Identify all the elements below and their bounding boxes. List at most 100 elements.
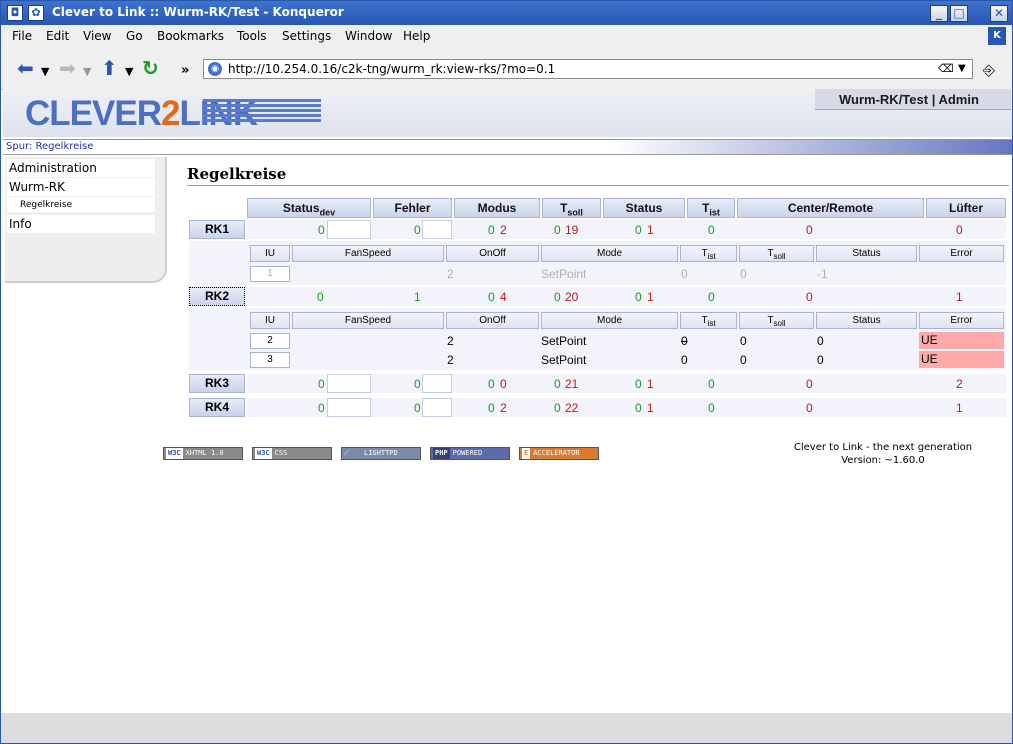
menu-tools[interactable]: Tools xyxy=(237,29,267,43)
rk3-center-remote: 0 xyxy=(806,377,813,391)
maximize-icon[interactable]: □ xyxy=(950,5,968,22)
window-title: Clever to Link :: Wurm-RK/Test - Konquer… xyxy=(52,5,344,19)
footer-tagline: Clever to Link - the next generation xyxy=(793,442,973,453)
rk2-luefter: 1 xyxy=(956,290,963,304)
rk1-sub-header-onoff: OnOff xyxy=(446,245,539,262)
menu-file[interactable]: File xyxy=(12,29,32,43)
rk1-sub-header-tsoll: Tsoll xyxy=(739,245,814,262)
back-icon[interactable]: ⬅ xyxy=(17,58,34,78)
rk2-unit-tist-2: 0 xyxy=(681,334,688,348)
rk1-fehler: 0 xyxy=(414,223,421,237)
go-icon[interactable]: ⎆ xyxy=(983,60,995,80)
rk4-tsoll-a: 0 xyxy=(554,401,561,415)
rk4-modus-b: 2 xyxy=(500,401,507,415)
rk2-button[interactable]: RK2 xyxy=(189,287,245,306)
forward-dropdown-icon[interactable]: ▼ xyxy=(83,62,91,82)
sidebar-item-info[interactable]: Info xyxy=(7,215,155,233)
php-powered-badge[interactable]: PHP POWERED xyxy=(430,447,510,460)
rk2-unit-status-2: 0 xyxy=(817,334,824,348)
rk3-tsoll-b: 21 xyxy=(565,377,579,391)
header-center-remote: Center/Remote xyxy=(737,198,924,218)
url-input[interactable] xyxy=(228,61,928,77)
rk1-sub-header-fanspeed: FanSpeed xyxy=(292,245,444,262)
rk1-unit-iu[interactable]: 1 xyxy=(250,266,290,282)
sidebar: Administration Wurm-RK Regelkreise Info xyxy=(5,157,167,283)
rk4-center-remote: 0 xyxy=(806,401,813,415)
rk2-sub-header-error: Error xyxy=(919,312,1004,329)
rk2-unit-iu-2[interactable]: 2 xyxy=(250,333,290,349)
sidebar-item-administration[interactable]: Administration xyxy=(7,159,155,177)
url-bar[interactable]: ◉ ⌫ ▼ xyxy=(203,59,973,79)
rk2-unit-fanspeed-2: 2 xyxy=(447,334,454,348)
rk4-status-dev: 0 xyxy=(318,401,325,415)
close-icon[interactable]: ✕ xyxy=(990,5,1008,22)
rk2-sub-header-iu: IU xyxy=(250,312,290,329)
rk1-modus-a: 0 xyxy=(488,223,495,237)
header-status: Status xyxy=(603,198,685,218)
rk4-tist: 0 xyxy=(708,401,715,415)
menu-help[interactable]: Help xyxy=(403,29,430,43)
rk2-unit-iu-3[interactable]: 3 xyxy=(250,352,290,368)
window-menu-icon[interactable]: ◘ xyxy=(7,5,23,21)
sidebar-item-regelkreise[interactable]: Regelkreise xyxy=(7,197,155,212)
up-dropdown-icon[interactable]: ▼ xyxy=(125,62,133,82)
menu-go[interactable]: Go xyxy=(126,29,143,43)
rk3-tist: 0 xyxy=(708,377,715,391)
rk4-fehler: 0 xyxy=(414,401,421,415)
rk2-sub-header-mode: Mode xyxy=(541,312,678,329)
sidebar-item-wurm-rk[interactable]: Wurm-RK xyxy=(7,178,155,196)
rk4-button[interactable]: RK4 xyxy=(189,398,245,417)
forward-icon[interactable]: ➡ xyxy=(59,58,76,78)
rk1-button[interactable]: RK1 xyxy=(189,220,245,239)
rk2-unit-mode-2: SetPoint xyxy=(541,334,587,348)
rk3-modus-b: 0 xyxy=(500,377,507,391)
menu-window[interactable]: Window xyxy=(345,29,392,43)
table-row-rk2 xyxy=(247,287,1006,306)
w3c-css-badge[interactable]: W3C CSS xyxy=(252,447,332,460)
feather-icon: ⟋ xyxy=(344,449,349,457)
rk4-modus-a: 0 xyxy=(488,401,495,415)
rk2-unit-error-3: UE xyxy=(919,351,1004,368)
header-tsoll: Tsoll xyxy=(542,198,601,218)
reload-icon[interactable]: ↻ xyxy=(142,58,159,78)
rk1-modus-b: 2 xyxy=(500,223,507,237)
rk2-sub-header-onoff: OnOff xyxy=(446,312,539,329)
rk2-unit-mode-3: SetPoint xyxy=(541,353,587,367)
menu-view[interactable]: View xyxy=(83,29,111,43)
clear-url-icon[interactable]: ⌫ xyxy=(938,62,954,75)
rk3-fehler-cell xyxy=(422,374,452,393)
rk2-tsoll-b: 20 xyxy=(565,290,579,304)
header-luefter: Lüfter xyxy=(926,198,1006,218)
rk2-status-b: 1 xyxy=(647,290,654,304)
rk2-unit-status-3: 0 xyxy=(817,353,824,367)
header-tist: Tist xyxy=(687,198,735,218)
minimize-icon[interactable]: _ xyxy=(930,5,948,22)
rk3-button[interactable]: RK3 xyxy=(189,374,245,393)
w3c-xhtml-badge[interactable]: W3C XHTML 1.0 xyxy=(163,447,243,460)
rk1-luefter: 0 xyxy=(956,223,963,237)
up-icon[interactable]: ⬆ xyxy=(101,58,118,78)
rk2-fehler: 1 xyxy=(414,290,421,304)
rk3-status-b: 1 xyxy=(647,377,654,391)
konqueror-icon: ✿ xyxy=(28,5,44,21)
footer-info: Clever to Link - the next generation Ver… xyxy=(773,441,993,467)
menu-edit[interactable]: Edit xyxy=(46,29,69,43)
url-dropdown-icon[interactable]: ▼ xyxy=(958,63,966,74)
back-dropdown-icon[interactable]: ▼ xyxy=(41,62,49,82)
rk1-unit-mode: SetPoint xyxy=(541,267,587,281)
eaccelerator-badge[interactable]: E ACCELERATOR xyxy=(519,447,599,460)
rk2-unit-tsoll-2: 0 xyxy=(740,334,747,348)
header-fehler: Fehler xyxy=(373,198,452,218)
rk2-sub-header-tsoll: Tsoll xyxy=(739,312,814,329)
toolbar-extension-icon[interactable]: » xyxy=(181,61,189,81)
rk1-status-dev: 0 xyxy=(318,223,325,237)
rk4-status-cell xyxy=(327,398,371,417)
web-page: CLEVER2LINK Wurm-RK/Test | Admin Spur: R… xyxy=(3,89,1012,713)
lighttpd-badge[interactable]: ⟋ LIGHTTPD xyxy=(341,447,421,460)
menu-settings[interactable]: Settings xyxy=(282,29,331,43)
page-icon: ◉ xyxy=(208,62,222,76)
navigation-toolbar: ⬅ ▼ ➡ ▼ ⬆ ▼ ↻ » ◉ ⌫ ▼ ⎆ xyxy=(1,47,1012,90)
rk4-status-b: 1 xyxy=(647,401,654,415)
title-bar[interactable]: ◘ ✿ Clever to Link :: Wurm-RK/Test - Kon… xyxy=(1,1,1012,25)
menu-bookmarks[interactable]: Bookmarks xyxy=(157,29,224,43)
